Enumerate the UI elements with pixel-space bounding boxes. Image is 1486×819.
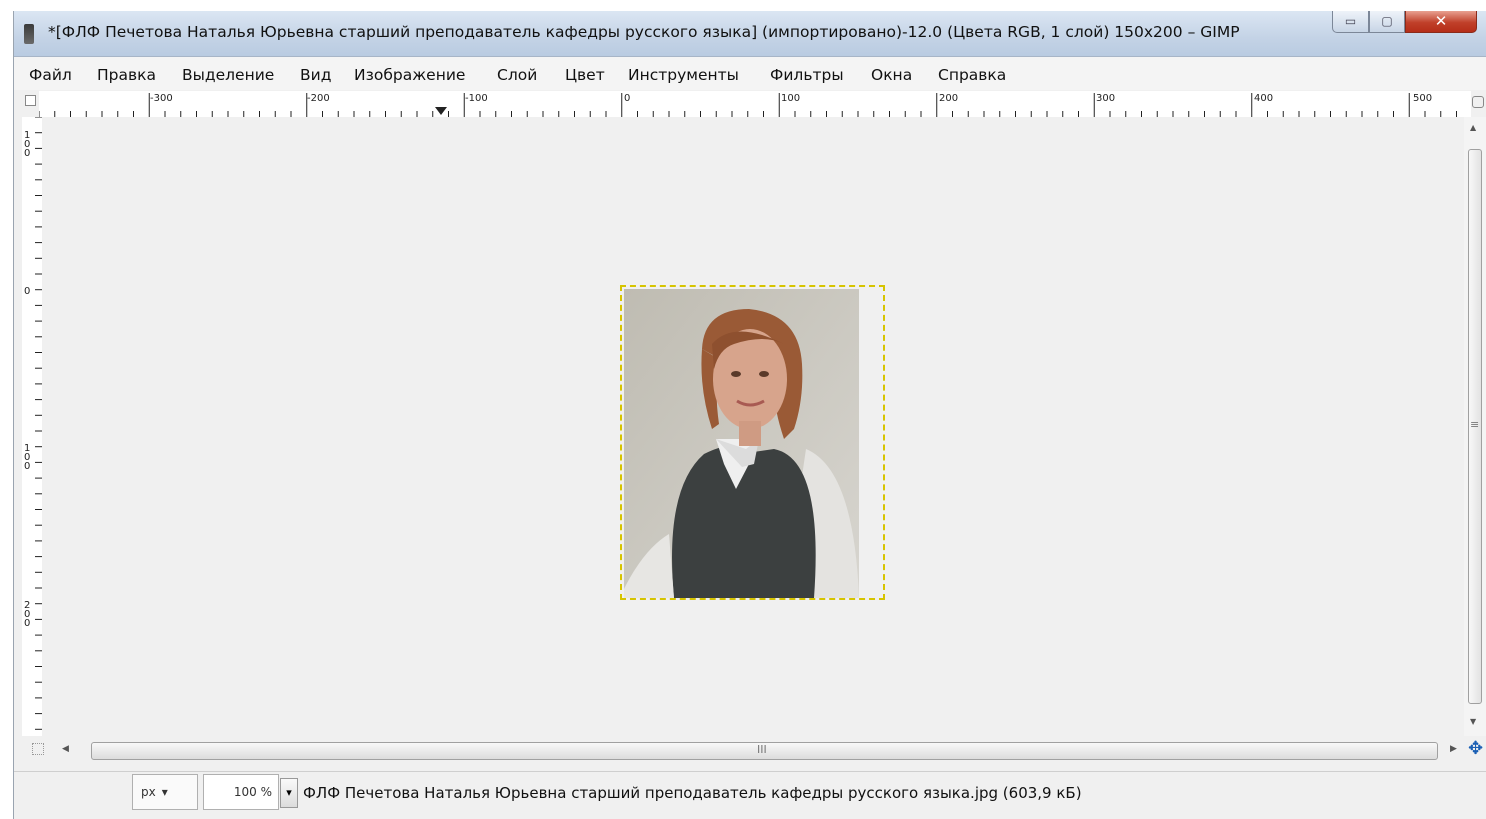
ruler-label: 300 — [1096, 93, 1116, 104]
portrait-photo — [624, 289, 859, 598]
ruler-label: 400 — [1254, 93, 1274, 104]
vertical-scrollbar[interactable]: ▲ ≡ ▼ — [1464, 117, 1486, 736]
gimp-window: *[ФЛФ Печетова Наталья Юрьевна старший п… — [13, 11, 1486, 819]
window-title: *[ФЛФ Печетова Наталья Юрьевна старший п… — [48, 23, 1240, 41]
ruler-ticks — [35, 117, 42, 730]
status-bar: px ▾ 100 % ▾ ФЛФ Печетова Наталья Юрьевна… — [14, 771, 1486, 816]
menu-color[interactable]: Цвет — [565, 66, 605, 84]
status-file-info: ФЛФ Печетова Наталья Юрьевна старший пре… — [303, 784, 1082, 802]
horizontal-scrollbar[interactable]: ◀ III ▶ ✥ — [14, 736, 1486, 766]
ruler-label: -100 — [465, 93, 488, 104]
menu-layer[interactable]: Слой — [497, 66, 537, 84]
scroll-right-icon[interactable]: ▶ — [1450, 744, 1457, 754]
quick-mask-icon[interactable] — [32, 743, 44, 755]
zoom-dropdown-button[interactable]: ▾ — [280, 778, 298, 808]
ruler-label: 100 — [781, 93, 801, 104]
ruler-label: 500 — [1413, 93, 1433, 104]
menu-filters[interactable]: Фильтры — [770, 66, 844, 84]
chevron-down-icon: ▾ — [161, 785, 168, 799]
ruler-label: 100 — [24, 130, 31, 159]
zoom-icon[interactable] — [1472, 96, 1484, 108]
vertical-scroll-thumb[interactable]: ≡ — [1468, 149, 1482, 704]
menu-image[interactable]: Изображение — [354, 66, 465, 84]
ruler-label: -300 — [150, 93, 173, 104]
title-bar[interactable]: *[ФЛФ Печетова Наталья Юрьевна старший п… — [14, 11, 1486, 57]
menu-windows[interactable]: Окна — [871, 66, 912, 84]
menu-file[interactable]: Файл — [29, 66, 72, 84]
unit-value: px — [141, 785, 156, 799]
menu-help[interactable]: Справка — [938, 66, 1006, 84]
navigate-icon[interactable] — [25, 95, 36, 106]
layer-boundary[interactable] — [620, 285, 885, 600]
pointer-marker-icon — [435, 107, 447, 115]
minimize-button[interactable]: ▭ — [1332, 11, 1369, 33]
ruler-label: 200 — [939, 93, 959, 104]
menu-select[interactable]: Выделение — [182, 66, 274, 84]
grip-icon: III — [757, 743, 767, 756]
ruler-label: 100 — [24, 443, 31, 472]
vertical-ruler[interactable]: 100 0 100 200 — [22, 117, 43, 736]
grip-icon: ≡ — [1470, 418, 1480, 431]
gimp-icon — [24, 24, 34, 44]
zoom-input[interactable]: 100 % — [203, 774, 279, 810]
unit-select[interactable]: px ▾ — [132, 774, 198, 810]
menu-edit[interactable]: Правка — [97, 66, 156, 84]
image-view: -300 -200 -100 0 100 200 300 400 500 100… — [14, 91, 1486, 771]
ruler-label: 0 — [24, 286, 31, 297]
horizontal-ruler[interactable]: -300 -200 -100 0 100 200 300 400 500 — [39, 91, 1471, 118]
ruler-label: -200 — [307, 93, 330, 104]
close-button[interactable]: ✕ — [1405, 11, 1477, 33]
maximize-button[interactable]: ▢ — [1369, 11, 1405, 33]
menu-view[interactable]: Вид — [300, 66, 331, 84]
portrait-image[interactable] — [624, 289, 859, 598]
canvas[interactable] — [42, 117, 1464, 736]
scroll-down-icon[interactable]: ▼ — [1470, 717, 1476, 726]
menu-tools[interactable]: Инструменты — [628, 66, 739, 84]
scroll-up-icon[interactable]: ▲ — [1470, 123, 1476, 132]
ruler-label: 200 — [24, 600, 31, 629]
move-icon[interactable]: ✥ — [1468, 738, 1483, 759]
horizontal-scroll-thumb[interactable]: III — [91, 742, 1438, 760]
menu-bar: Файл Правка Выделение Вид Изображение Сл… — [14, 57, 1486, 90]
scroll-left-icon[interactable]: ◀ — [62, 744, 69, 754]
ruler-label: 0 — [624, 93, 631, 104]
